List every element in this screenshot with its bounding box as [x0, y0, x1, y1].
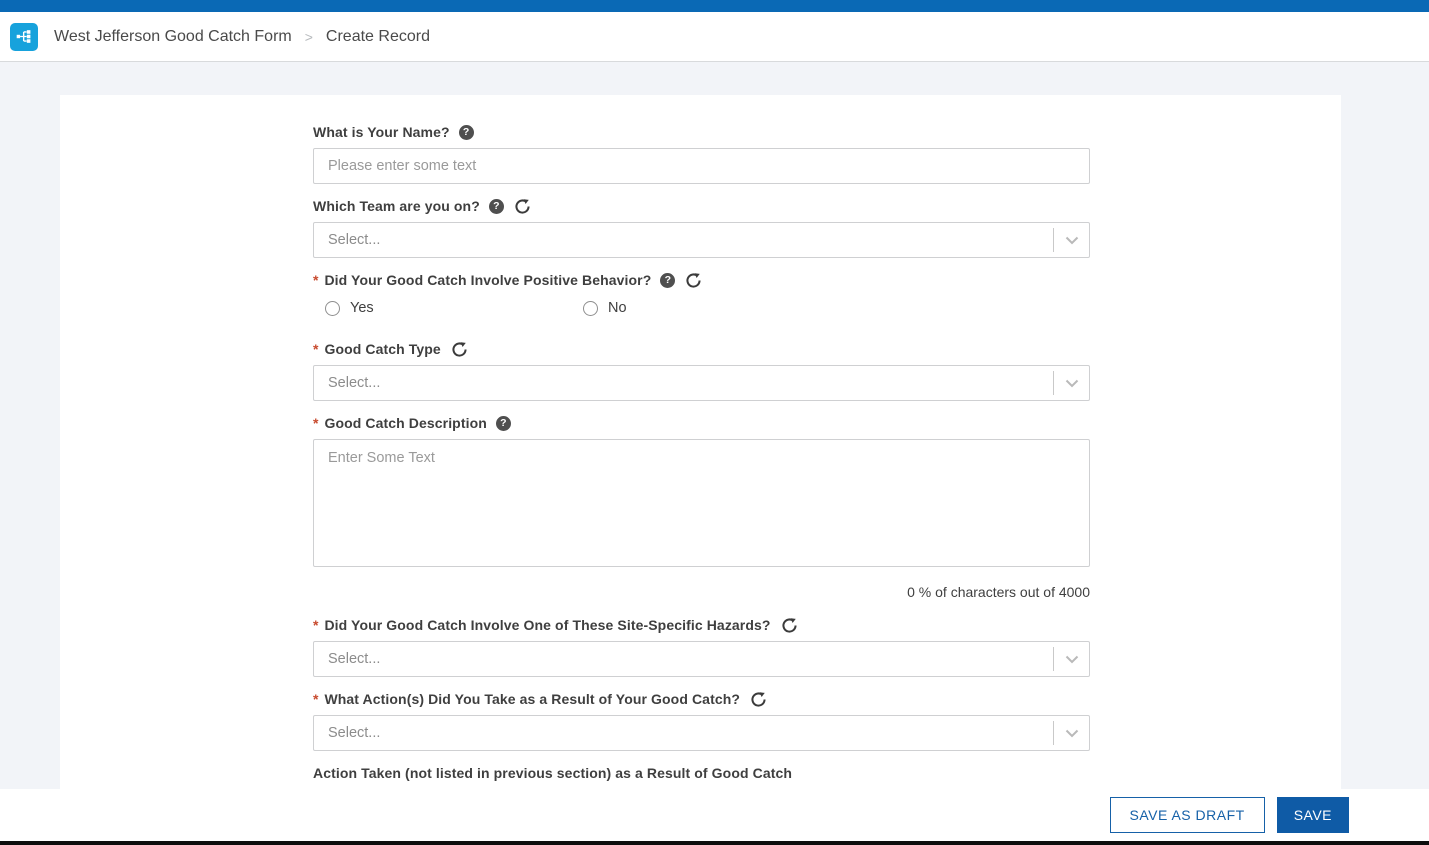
required-marker: *: [313, 691, 318, 707]
field-positive-behavior-label-row: * Did Your Good Catch Involve Positive B…: [313, 271, 1090, 289]
field-hazards-label-row: * Did Your Good Catch Involve One of The…: [313, 616, 1090, 634]
field-good-catch-type-label-row: * Good Catch Type: [313, 340, 1090, 358]
reset-field-icon[interactable]: [781, 617, 798, 634]
actions-taken-select[interactable]: Select...: [313, 715, 1090, 751]
chevron-down-icon: [1053, 228, 1089, 252]
breadcrumb: West Jefferson Good Catch Form > Create …: [54, 28, 430, 46]
reset-field-icon[interactable]: [451, 341, 468, 358]
window-bottom-edge: [0, 841, 1429, 845]
required-marker: *: [313, 617, 318, 633]
name-input[interactable]: [313, 148, 1090, 184]
hazards-select-value: Select...: [328, 651, 380, 667]
radio-circle-icon[interactable]: [583, 301, 598, 316]
description-textarea[interactable]: [313, 439, 1090, 567]
radio-option-no[interactable]: No: [583, 300, 627, 316]
hierarchy-icon: [15, 27, 34, 46]
app-window: West Jefferson Good Catch Form > Create …: [0, 0, 1429, 845]
form-card: What is Your Name? ? Which Team are you …: [60, 95, 1341, 845]
actions-taken-select-value: Select...: [328, 725, 380, 741]
field-good-catch-type: * Good Catch Type Select...: [313, 340, 1090, 401]
field-actions-taken-label-row: * What Action(s) Did You Take as a Resul…: [313, 690, 1090, 708]
field-description-label-row: * Good Catch Description ?: [313, 414, 1090, 432]
top-accent-bar: [0, 0, 1429, 12]
field-team-label: Which Team are you on?: [313, 198, 480, 214]
field-team: Which Team are you on? ? Select...: [313, 197, 1090, 258]
team-select-value: Select...: [328, 232, 380, 248]
save-button[interactable]: SAVE: [1277, 797, 1349, 833]
field-actions-taken-label: What Action(s) Did You Take as a Result …: [324, 691, 740, 707]
field-other-action-label: Action Taken (not listed in previous sec…: [313, 765, 792, 781]
field-hazards: * Did Your Good Catch Involve One of The…: [313, 616, 1090, 677]
field-description-label: Good Catch Description: [324, 415, 486, 431]
chevron-down-icon: [1053, 647, 1089, 671]
help-icon[interactable]: ?: [459, 125, 474, 140]
good-catch-type-select-value: Select...: [328, 375, 380, 391]
field-hazards-label: Did Your Good Catch Involve One of These…: [324, 617, 770, 633]
field-actions-taken: * What Action(s) Did You Take as a Resul…: [313, 690, 1090, 751]
breadcrumb-separator-icon: >: [305, 29, 313, 45]
form-column: What is Your Name? ? Which Team are you …: [313, 95, 1090, 825]
radio-circle-icon[interactable]: [325, 301, 340, 316]
field-team-label-row: Which Team are you on? ?: [313, 197, 1090, 215]
positive-behavior-radio-group: Yes No: [325, 300, 1090, 316]
team-select[interactable]: Select...: [313, 222, 1090, 258]
radio-option-yes-label: Yes: [350, 300, 374, 316]
required-marker: *: [313, 272, 318, 288]
good-catch-type-select[interactable]: Select...: [313, 365, 1090, 401]
field-other-action-label-row: Action Taken (not listed in previous sec…: [313, 764, 1090, 782]
help-icon[interactable]: ?: [489, 199, 504, 214]
help-icon[interactable]: ?: [496, 416, 511, 431]
hazards-select[interactable]: Select...: [313, 641, 1090, 677]
form-app-icon[interactable]: [10, 23, 38, 51]
field-name-label-row: What is Your Name? ?: [313, 123, 1090, 141]
field-positive-behavior-label: Did Your Good Catch Involve Positive Beh…: [324, 272, 651, 288]
required-marker: *: [313, 341, 318, 357]
field-description: * Good Catch Description ? 0 % of charac…: [313, 414, 1090, 600]
page-background: What is Your Name? ? Which Team are you …: [0, 63, 1429, 845]
reset-field-icon[interactable]: [750, 691, 767, 708]
breadcrumb-page-title: Create Record: [326, 28, 430, 46]
radio-option-no-label: No: [608, 300, 627, 316]
chevron-down-icon: [1053, 721, 1089, 745]
field-name-label: What is Your Name?: [313, 124, 450, 140]
action-footer: SAVE AS DRAFT SAVE: [0, 789, 1429, 841]
field-good-catch-type-label: Good Catch Type: [324, 341, 440, 357]
field-name: What is Your Name? ?: [313, 123, 1090, 184]
character-counter: 0 % of characters out of 4000: [313, 584, 1090, 600]
app-header: West Jefferson Good Catch Form > Create …: [0, 12, 1429, 62]
radio-option-yes[interactable]: Yes: [325, 300, 583, 316]
reset-field-icon[interactable]: [514, 198, 531, 215]
chevron-down-icon: [1053, 371, 1089, 395]
field-positive-behavior: * Did Your Good Catch Involve Positive B…: [313, 271, 1090, 316]
help-icon[interactable]: ?: [660, 273, 675, 288]
breadcrumb-app-title[interactable]: West Jefferson Good Catch Form: [54, 28, 292, 46]
required-marker: *: [313, 415, 318, 431]
save-as-draft-button[interactable]: SAVE AS DRAFT: [1110, 797, 1265, 833]
reset-field-icon[interactable]: [685, 272, 702, 289]
